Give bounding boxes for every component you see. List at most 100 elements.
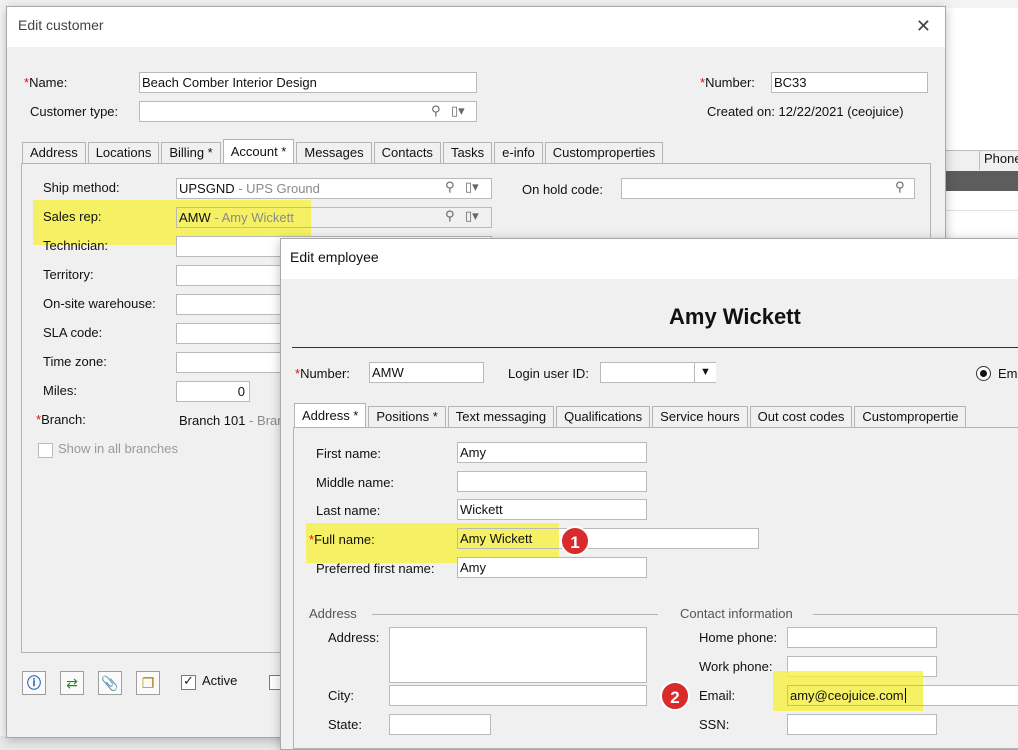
phone-column-header[interactable]: Phone bbox=[984, 151, 1018, 166]
contact-group-label: Contact information bbox=[680, 606, 793, 621]
show-all-branches-checkbox[interactable] bbox=[38, 443, 53, 458]
chevron-down-icon[interactable]: ▼ bbox=[694, 363, 716, 382]
ssn-field[interactable] bbox=[787, 714, 937, 735]
preferred-first-name-label: Preferred first name: bbox=[316, 561, 435, 576]
tab-text-messaging[interactable]: Text messaging bbox=[447, 406, 555, 427]
name-field[interactable]: Beach Comber Interior Design bbox=[139, 72, 477, 93]
miles-field[interactable]: 0 bbox=[176, 381, 250, 402]
created-on-text: Created on: 12/22/2021 (ceojuice) bbox=[707, 104, 904, 119]
sales-rep-label: Sales rep: bbox=[43, 209, 102, 224]
time-zone-field[interactable] bbox=[176, 352, 286, 373]
customer-type-field[interactable] bbox=[139, 101, 477, 122]
tab-e-info[interactable]: e-info bbox=[494, 142, 543, 163]
tab-messages[interactable]: Messages bbox=[296, 142, 372, 163]
territory-field[interactable] bbox=[176, 265, 286, 286]
close-icon[interactable]: ✕ bbox=[916, 16, 931, 37]
tab-contacts[interactable]: Contacts bbox=[373, 142, 441, 163]
customer-type-label: Customer type: bbox=[30, 104, 119, 119]
info-icon[interactable]: ⓘ bbox=[22, 671, 46, 695]
state-field[interactable] bbox=[389, 714, 491, 735]
preferred-first-name-field[interactable]: Amy bbox=[457, 557, 647, 578]
edit-customer-titlebar: Edit customer ✕ bbox=[7, 7, 945, 47]
tab-out-cost-codes[interactable]: Out cost codes bbox=[749, 406, 853, 427]
copy-icon[interactable]: ❐ bbox=[136, 671, 160, 695]
on-hold-code-field[interactable] bbox=[621, 178, 915, 199]
callout-badge-1: 1 bbox=[560, 526, 590, 556]
tab-locations[interactable]: Locations bbox=[87, 142, 160, 163]
text-cursor bbox=[904, 688, 906, 703]
email-label: Email: bbox=[699, 688, 736, 703]
middle-name-label: Middle name: bbox=[316, 475, 395, 490]
first-name-label: First name: bbox=[316, 446, 382, 461]
dropdown-icon[interactable]: ▯▾ bbox=[451, 103, 465, 119]
edit-employee-window: Edit employee Amy Wickett *Number: AMW L… bbox=[280, 238, 1018, 750]
search-icon[interactable]: ⚲ bbox=[445, 179, 455, 195]
employee-header: Amy Wickett bbox=[281, 279, 1018, 347]
branch-desc: - Bran bbox=[245, 413, 285, 428]
last-name-label: Last name: bbox=[316, 503, 381, 518]
email-field-tail bbox=[923, 685, 1018, 706]
search-icon[interactable]: ⚲ bbox=[431, 103, 441, 119]
dropdown-icon[interactable]: ▯▾ bbox=[465, 208, 479, 224]
tab-billing[interactable]: Billing * bbox=[161, 142, 221, 163]
first-name-field[interactable]: Amy bbox=[457, 442, 647, 463]
window-title: Edit customer bbox=[18, 17, 104, 33]
tab-address[interactable]: Address bbox=[22, 142, 86, 163]
background-grid-selected-row bbox=[944, 171, 1018, 191]
login-user-id-label: Login user ID: bbox=[508, 366, 589, 381]
city-field[interactable] bbox=[389, 685, 647, 706]
attach-icon[interactable]: 📎 bbox=[98, 671, 122, 695]
last-name-field[interactable]: Wickett bbox=[457, 499, 647, 520]
tab-qualifications[interactable]: Qualifications bbox=[556, 406, 651, 427]
tab-service-hours[interactable]: Service hours bbox=[652, 406, 748, 427]
address-textarea[interactable] bbox=[389, 627, 647, 683]
tab-customproperties[interactable]: Customproperties bbox=[544, 142, 664, 163]
show-all-branches-label: Show in all branches bbox=[58, 441, 178, 456]
tab-customproperties[interactable]: Custompropertie bbox=[854, 406, 967, 427]
onsite-warehouse-field[interactable] bbox=[176, 294, 286, 315]
customer-tabs: Address Locations Billing * Account * Me… bbox=[22, 139, 665, 164]
employee-radio-label: Emp bbox=[998, 366, 1018, 381]
city-label: City: bbox=[328, 688, 354, 703]
sales-rep-desc: - Amy Wickett bbox=[210, 210, 294, 225]
branch-field[interactable]: Branch 101 - Bran bbox=[176, 410, 286, 431]
time-zone-label: Time zone: bbox=[43, 354, 107, 369]
swap-icon[interactable]: ⇄ bbox=[60, 671, 84, 695]
tab-address[interactable]: Address * bbox=[294, 403, 367, 427]
miles-label: Miles: bbox=[43, 383, 77, 398]
search-icon[interactable]: ⚲ bbox=[445, 208, 455, 224]
territory-label: Territory: bbox=[43, 267, 94, 282]
home-phone-field[interactable] bbox=[787, 627, 937, 648]
tab-account[interactable]: Account * bbox=[222, 139, 295, 163]
tab-positions[interactable]: Positions * bbox=[368, 406, 446, 427]
grid-column-separator bbox=[979, 150, 980, 170]
home-phone-label: Home phone: bbox=[699, 630, 778, 645]
contact-group-line bbox=[813, 614, 1018, 615]
employee-name-heading: Amy Wickett bbox=[669, 304, 801, 329]
dropdown-icon[interactable]: ▯▾ bbox=[465, 179, 479, 195]
employee-number-field[interactable]: AMW bbox=[369, 362, 484, 383]
sales-rep-code: AMW bbox=[179, 210, 211, 225]
ship-method-label: Ship method: bbox=[43, 180, 120, 195]
ship-method-desc: - UPS Ground bbox=[234, 181, 320, 196]
search-icon[interactable]: ⚲ bbox=[895, 179, 905, 195]
address-group-line bbox=[372, 614, 658, 615]
callout-badge-2: 2 bbox=[660, 681, 690, 711]
number-field[interactable]: BC33 bbox=[771, 72, 928, 93]
employee-radio[interactable] bbox=[976, 366, 991, 381]
employee-number-label: *Number: bbox=[295, 366, 350, 381]
sla-code-field[interactable] bbox=[176, 323, 286, 344]
header-divider bbox=[292, 347, 1018, 348]
middle-name-field[interactable] bbox=[457, 471, 647, 492]
branch-label: *Branch: bbox=[36, 412, 86, 427]
edit-employee-titlebar: Edit employee bbox=[281, 239, 1018, 279]
ship-method-code: UPSGND bbox=[179, 181, 235, 196]
number-label: *Number: bbox=[700, 75, 755, 90]
tab-tasks[interactable]: Tasks bbox=[442, 142, 493, 163]
technician-label: Technician: bbox=[43, 238, 109, 253]
branch-code: Branch 101 bbox=[179, 413, 246, 428]
work-phone-label: Work phone: bbox=[699, 659, 773, 674]
active-checkbox[interactable] bbox=[181, 673, 196, 690]
full-name-label: *Full name: bbox=[309, 532, 375, 547]
employee-tabs: Address * Positions * Text messaging Qua… bbox=[294, 403, 968, 428]
